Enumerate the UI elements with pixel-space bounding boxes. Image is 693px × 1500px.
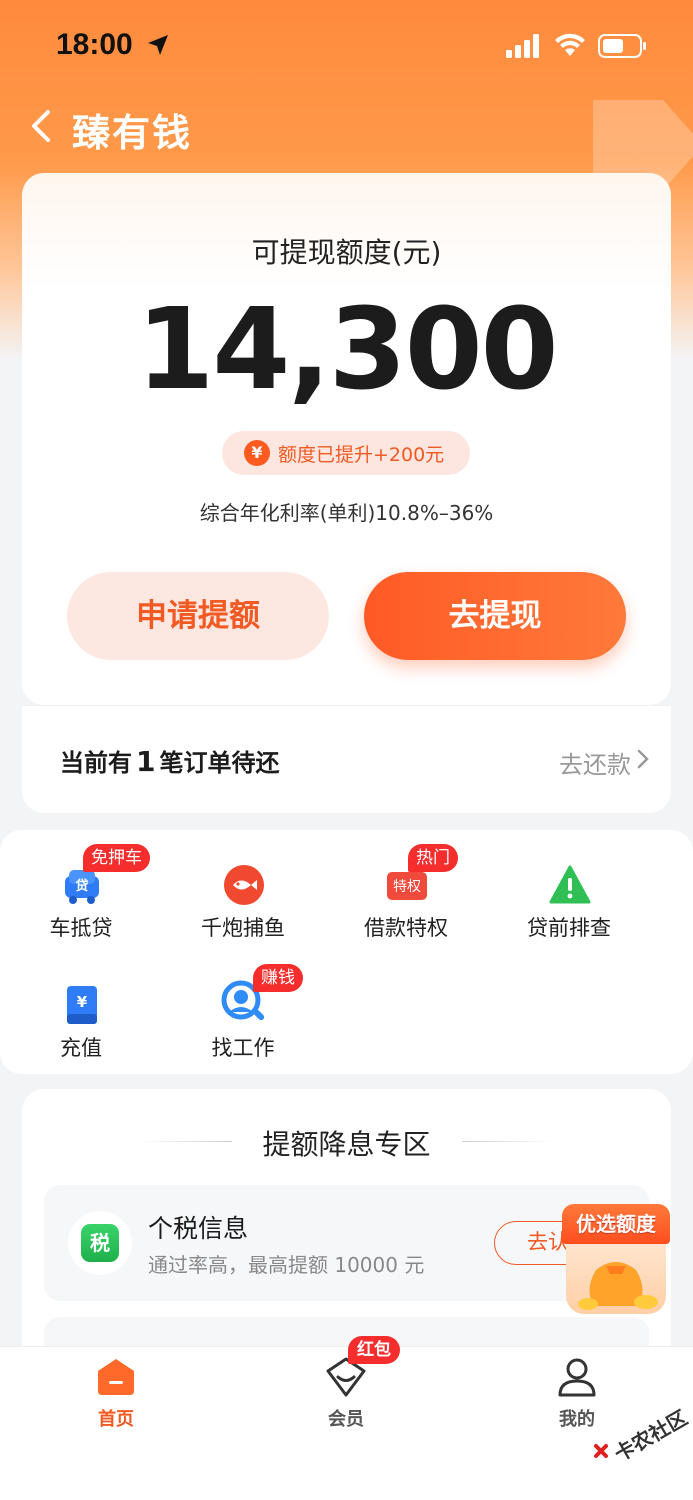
cellular-signal-icon bbox=[506, 34, 539, 58]
pending-suffix: 笔订单待还 bbox=[159, 749, 280, 777]
svg-text:¥: ¥ bbox=[77, 993, 88, 1011]
promo-section-title: 提额降息专区 bbox=[262, 1128, 431, 1161]
pending-count: 1 bbox=[136, 745, 156, 778]
interest-rate-text: 综合年化利率(单利)10.8%–36% bbox=[199, 501, 494, 525]
nav-bar: 臻有钱 bbox=[0, 96, 693, 156]
svg-text:贷: 贷 bbox=[75, 878, 88, 894]
service-label: 借款特权 bbox=[364, 916, 448, 940]
yen-coin-icon: ¥ bbox=[244, 440, 270, 466]
apply-raise-button[interactable]: 申请提额 bbox=[67, 572, 329, 660]
money-bag-icon bbox=[566, 1240, 666, 1314]
money-bag-graphic bbox=[578, 1262, 658, 1310]
quota-label: 可提现额度(元) bbox=[251, 236, 442, 269]
service-badge: 免押车 bbox=[83, 844, 150, 872]
tab-label: 会员 bbox=[328, 1409, 364, 1430]
battery-icon bbox=[598, 34, 646, 58]
divider-right bbox=[462, 1141, 554, 1142]
warning-icon bbox=[549, 865, 591, 904]
service-label: 千炮捕鱼 bbox=[201, 916, 285, 940]
service-fishing-game[interactable]: 千炮捕鱼 bbox=[183, 840, 303, 940]
service-label: 贷前排查 bbox=[527, 916, 611, 940]
wifi-icon bbox=[555, 33, 585, 56]
service-label: 找工作 bbox=[211, 1036, 275, 1060]
pending-order-text: 当前有 1 笔订单待还 bbox=[60, 743, 279, 778]
service-badge: 赚钱 bbox=[253, 964, 303, 992]
user-profile-icon bbox=[558, 1358, 596, 1397]
home-icon bbox=[98, 1359, 134, 1395]
quota-amount: 14,300 bbox=[136, 285, 558, 415]
services-grid: 贷 车抵贷 免押车 千炮捕鱼 特权 借款特权 热门 贷前排查 ¥ 充值 找工作 … bbox=[0, 830, 693, 1074]
service-pre-loan-check[interactable]: 贷前排查 bbox=[509, 840, 629, 940]
red-packet-badge: 红包 bbox=[348, 1336, 400, 1364]
pending-order-bar[interactable]: 当前有 1 笔订单待还 去还款 bbox=[22, 705, 671, 813]
status-time: 18:00 bbox=[56, 28, 133, 61]
tab-label: 首页 bbox=[98, 1409, 134, 1430]
quota-raised-text: 额度已提升+200元 bbox=[278, 444, 445, 466]
service-recharge[interactable]: ¥ 充值 bbox=[21, 960, 141, 1060]
fish-icon bbox=[224, 865, 264, 905]
tab-home[interactable]: 首页 bbox=[56, 1357, 176, 1437]
tax-info-title: 个税信息 bbox=[148, 1214, 249, 1243]
page-title: 臻有钱 bbox=[72, 111, 193, 155]
service-label: 车抵贷 bbox=[49, 916, 113, 940]
recharge-icon: ¥ bbox=[67, 986, 97, 1024]
tax-icon-wrap: 税 bbox=[68, 1211, 132, 1275]
quota-card: 可提现额度(元) 14,300 ¥ 额度已提升+200元 综合年化利率(单利)1… bbox=[22, 173, 671, 705]
service-label: 充值 bbox=[60, 1036, 102, 1060]
withdraw-button[interactable]: 去提现 bbox=[364, 572, 626, 660]
location-arrow-icon bbox=[148, 35, 168, 55]
back-chevron-icon[interactable] bbox=[28, 108, 58, 144]
chevron-right-icon bbox=[637, 749, 649, 769]
svg-text:特权: 特权 bbox=[393, 879, 421, 895]
floating-promo-title: 优选额度 bbox=[562, 1204, 670, 1244]
tax-info-item[interactable]: 税 个税信息 通过率高，最高提额 10000 元 去认 bbox=[44, 1185, 649, 1301]
service-loan-privilege[interactable]: 特权 借款特权 热门 bbox=[346, 840, 466, 940]
service-badge: 热门 bbox=[408, 844, 458, 872]
service-car-loan[interactable]: 贷 车抵贷 免押车 bbox=[21, 840, 150, 940]
quota-raised-badge: ¥ 额度已提升+200元 bbox=[222, 431, 470, 475]
status-bar: 18:00 bbox=[0, 0, 693, 92]
pending-prefix: 当前有 bbox=[60, 749, 132, 777]
floating-promo-widget[interactable]: 优选额度 bbox=[560, 1200, 672, 1316]
service-find-job[interactable]: 找工作 赚钱 bbox=[183, 960, 303, 1060]
tab-member[interactable]: 会员 bbox=[286, 1357, 406, 1437]
next-promo-item[interactable] bbox=[44, 1317, 649, 1349]
repay-link[interactable]: 去还款 bbox=[559, 745, 631, 780]
tax-info-desc: 通过率高，最高提额 10000 元 bbox=[148, 1253, 425, 1277]
tax-icon: 税 bbox=[81, 1224, 119, 1262]
